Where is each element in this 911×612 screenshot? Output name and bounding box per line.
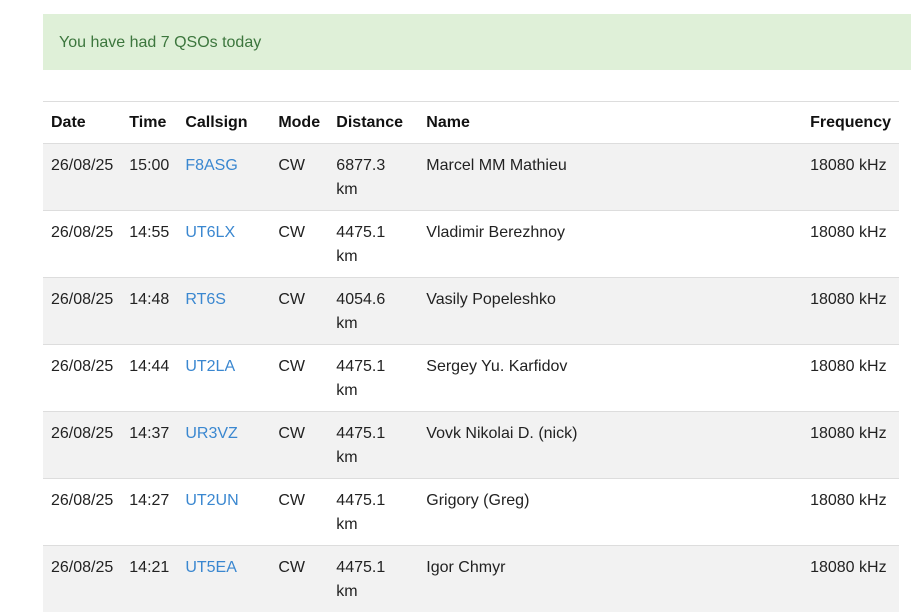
header-row: Date Time Callsign Mode Distance Name Fr…: [43, 102, 899, 144]
cell-time: 14:48: [121, 278, 177, 345]
cell-name: Vovk Nikolai D. (nick): [418, 412, 802, 479]
distance-value: 4054.6: [336, 291, 385, 308]
cell-mode: CW: [270, 144, 328, 211]
cell-mode: CW: [270, 211, 328, 278]
cell-callsign: UT6LX: [177, 211, 270, 278]
cell-name: Sergey Yu. Karfidov: [418, 345, 802, 412]
cell-date: 26/08/25: [43, 345, 121, 412]
distance-unit: km: [336, 449, 357, 466]
distance-value: 4475.1: [336, 492, 385, 509]
cell-callsign: UT2UN: [177, 479, 270, 546]
table-row: 26/08/2514:44 UT2LA CW 4475.1 km Sergey Yu. K…: [43, 345, 899, 412]
header-time: Time: [121, 102, 177, 144]
header-callsign: Callsign: [177, 102, 270, 144]
table-row: 26/08/2514:37 UR3VZ CW 4475.1 km Vovk Nikolai…: [43, 412, 899, 479]
cell-name: Igor Chmyr: [418, 546, 802, 612]
cell-date: 26/08/25: [43, 546, 121, 612]
qso-count-alert: You have had 7 QSOs today: [43, 14, 911, 70]
distance-value: 6877.3: [336, 157, 385, 174]
distance-value: 4475.1: [336, 559, 385, 576]
table-header: Date Time Callsign Mode Distance Name Fr…: [43, 102, 899, 144]
callsign-link[interactable]: RT6S: [185, 291, 226, 308]
cell-time: 14:44: [121, 345, 177, 412]
cell-time: 14:21: [121, 546, 177, 612]
cell-name: Vladimir Berezhnoy: [418, 211, 802, 278]
cell-frequency: 18080 kHz: [802, 211, 899, 278]
table-row: 26/08/2514:48 RT6S CW 4054.6 km Vasily Popele…: [43, 278, 899, 345]
cell-date: 26/08/25: [43, 479, 121, 546]
cell-time: 14:27: [121, 479, 177, 546]
cell-date: 26/08/25: [43, 144, 121, 211]
table-row: 26/08/2514:55 UT6LX CW 4475.1 km Vladimir Ber…: [43, 211, 899, 278]
callsign-link[interactable]: UR3VZ: [185, 425, 237, 442]
distance-unit: km: [336, 382, 357, 399]
cell-distance: 4475.1 km: [328, 412, 418, 479]
header-mode: Mode: [270, 102, 328, 144]
distance-unit: km: [336, 248, 357, 265]
table-row: 26/08/2514:27 UT2UN CW 4475.1 km Grigory (Gre…: [43, 479, 899, 546]
cell-distance: 4475.1 km: [328, 345, 418, 412]
table-row: 26/08/2514:21 UT5EA CW4475.1kmIgor Chmyr18…: [43, 546, 899, 612]
distance-unit: km: [336, 181, 357, 198]
cell-time: 14:55: [121, 211, 177, 278]
cell-mode: CW: [270, 412, 328, 479]
table-row: 26/08/2515:00 F8ASG CW 6877.3 km Marcel MM Ma…: [43, 144, 899, 211]
distance-unit: km: [336, 516, 357, 533]
header-name: Name: [418, 102, 802, 144]
cell-callsign: UR3VZ: [177, 412, 270, 479]
cell-name: Grigory (Greg): [418, 479, 802, 546]
cell-distance: 4475.1 km: [328, 479, 418, 546]
cell-callsign: F8ASG: [177, 144, 270, 211]
distance-value: 4475.1: [336, 224, 385, 241]
callsign-link[interactable]: F8ASG: [185, 157, 237, 174]
cell-frequency: 18080 kHz: [802, 479, 899, 546]
cell-time: 14:37: [121, 412, 177, 479]
distance-value: 4475.1: [336, 425, 385, 442]
cell-date: 26/08/25: [43, 412, 121, 479]
table-body: 26/08/2515:00F8ASGCW6877.3kmMarcel MM Ma…: [43, 144, 899, 612]
distance-value: 4475.1: [336, 358, 385, 375]
callsign-link[interactable]: UT2LA: [185, 358, 235, 375]
cell-distance: 6877.3 km: [328, 144, 418, 211]
cell-mode: CW: [270, 546, 328, 612]
qso-table: Date Time Callsign Mode Distance Name Fr…: [43, 101, 899, 612]
cell-name: Marcel MM Mathieu: [418, 144, 802, 211]
cell-distance: 4054.6 km: [328, 278, 418, 345]
callsign-link[interactable]: UT2UN: [185, 492, 238, 509]
cell-frequency: 18080 kHz: [802, 278, 899, 345]
cell-name: Vasily Popeleshko: [418, 278, 802, 345]
cell-distance: 4475.1 km: [328, 211, 418, 278]
cell-mode: CW: [270, 345, 328, 412]
cell-date: 26/08/25: [43, 211, 121, 278]
cell-frequency: 18080 kHz: [802, 546, 899, 612]
distance-unit: km: [336, 315, 357, 332]
cell-date: 26/08/25: [43, 278, 121, 345]
callsign-link[interactable]: UT5EA: [185, 559, 237, 576]
cell-callsign: UT2LA: [177, 345, 270, 412]
cell-time: 15:00: [121, 144, 177, 211]
header-distance: Distance: [328, 102, 418, 144]
cell-callsign: UT5EA: [177, 546, 270, 612]
callsign-link[interactable]: UT6LX: [185, 224, 235, 241]
cell-frequency: 18080 kHz: [802, 345, 899, 412]
cell-mode: CW: [270, 278, 328, 345]
header-frequency: Frequency: [802, 102, 899, 144]
cell-mode: CW: [270, 479, 328, 546]
cell-frequency: 18080 kHz: [802, 144, 899, 211]
cell-callsign: RT6S: [177, 278, 270, 345]
cell-distance: 4475.1km: [328, 546, 418, 612]
cell-frequency: 18080 kHz: [802, 412, 899, 479]
header-date: Date: [43, 102, 121, 144]
alert-message: You have had 7 QSOs today: [59, 34, 261, 51]
